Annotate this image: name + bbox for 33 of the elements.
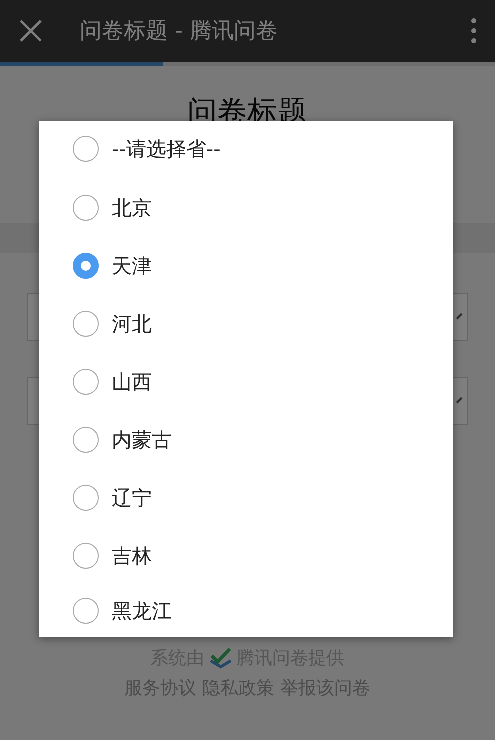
option-label: 辽宁 <box>112 484 152 512</box>
province-option[interactable]: 辽宁 <box>39 469 453 527</box>
radio-button[interactable] <box>73 136 99 162</box>
check-logo-icon <box>208 647 232 669</box>
option-label: 吉林 <box>112 542 152 570</box>
province-option[interactable]: 天津 <box>39 237 453 295</box>
province-option[interactable]: 北京 <box>39 179 453 237</box>
close-icon[interactable] <box>18 18 44 44</box>
radio-button[interactable] <box>73 311 99 337</box>
option-label: --请选择省-- <box>112 136 221 162</box>
province-option[interactable]: 吉林 <box>39 527 453 585</box>
radio-button[interactable] <box>73 427 99 453</box>
option-label: 山西 <box>112 368 152 396</box>
chevron-icon <box>456 312 463 322</box>
radio-button[interactable] <box>73 543 99 569</box>
chevron-icon <box>456 396 463 406</box>
radio-button[interactable] <box>73 485 99 511</box>
province-option[interactable]: 河北 <box>39 295 453 353</box>
radio-button[interactable] <box>73 253 99 279</box>
window-title: 问卷标题 - 腾讯问卷 <box>80 18 279 46</box>
province-option[interactable]: 黑龙江 <box>39 585 453 637</box>
option-label: 天津 <box>112 252 152 280</box>
province-option[interactable]: 山西 <box>39 353 453 411</box>
radio-button[interactable] <box>73 195 99 221</box>
radio-button[interactable] <box>73 598 99 624</box>
option-label: 河北 <box>112 310 152 338</box>
option-label: 北京 <box>112 194 152 222</box>
option-label: 黑龙江 <box>112 598 172 624</box>
option-label: 内蒙古 <box>112 426 172 454</box>
province-option[interactable]: 内蒙古 <box>39 411 453 469</box>
province-option[interactable]: --请选择省-- <box>39 121 453 179</box>
more-icon[interactable] <box>471 18 477 44</box>
radio-button[interactable] <box>73 369 99 395</box>
